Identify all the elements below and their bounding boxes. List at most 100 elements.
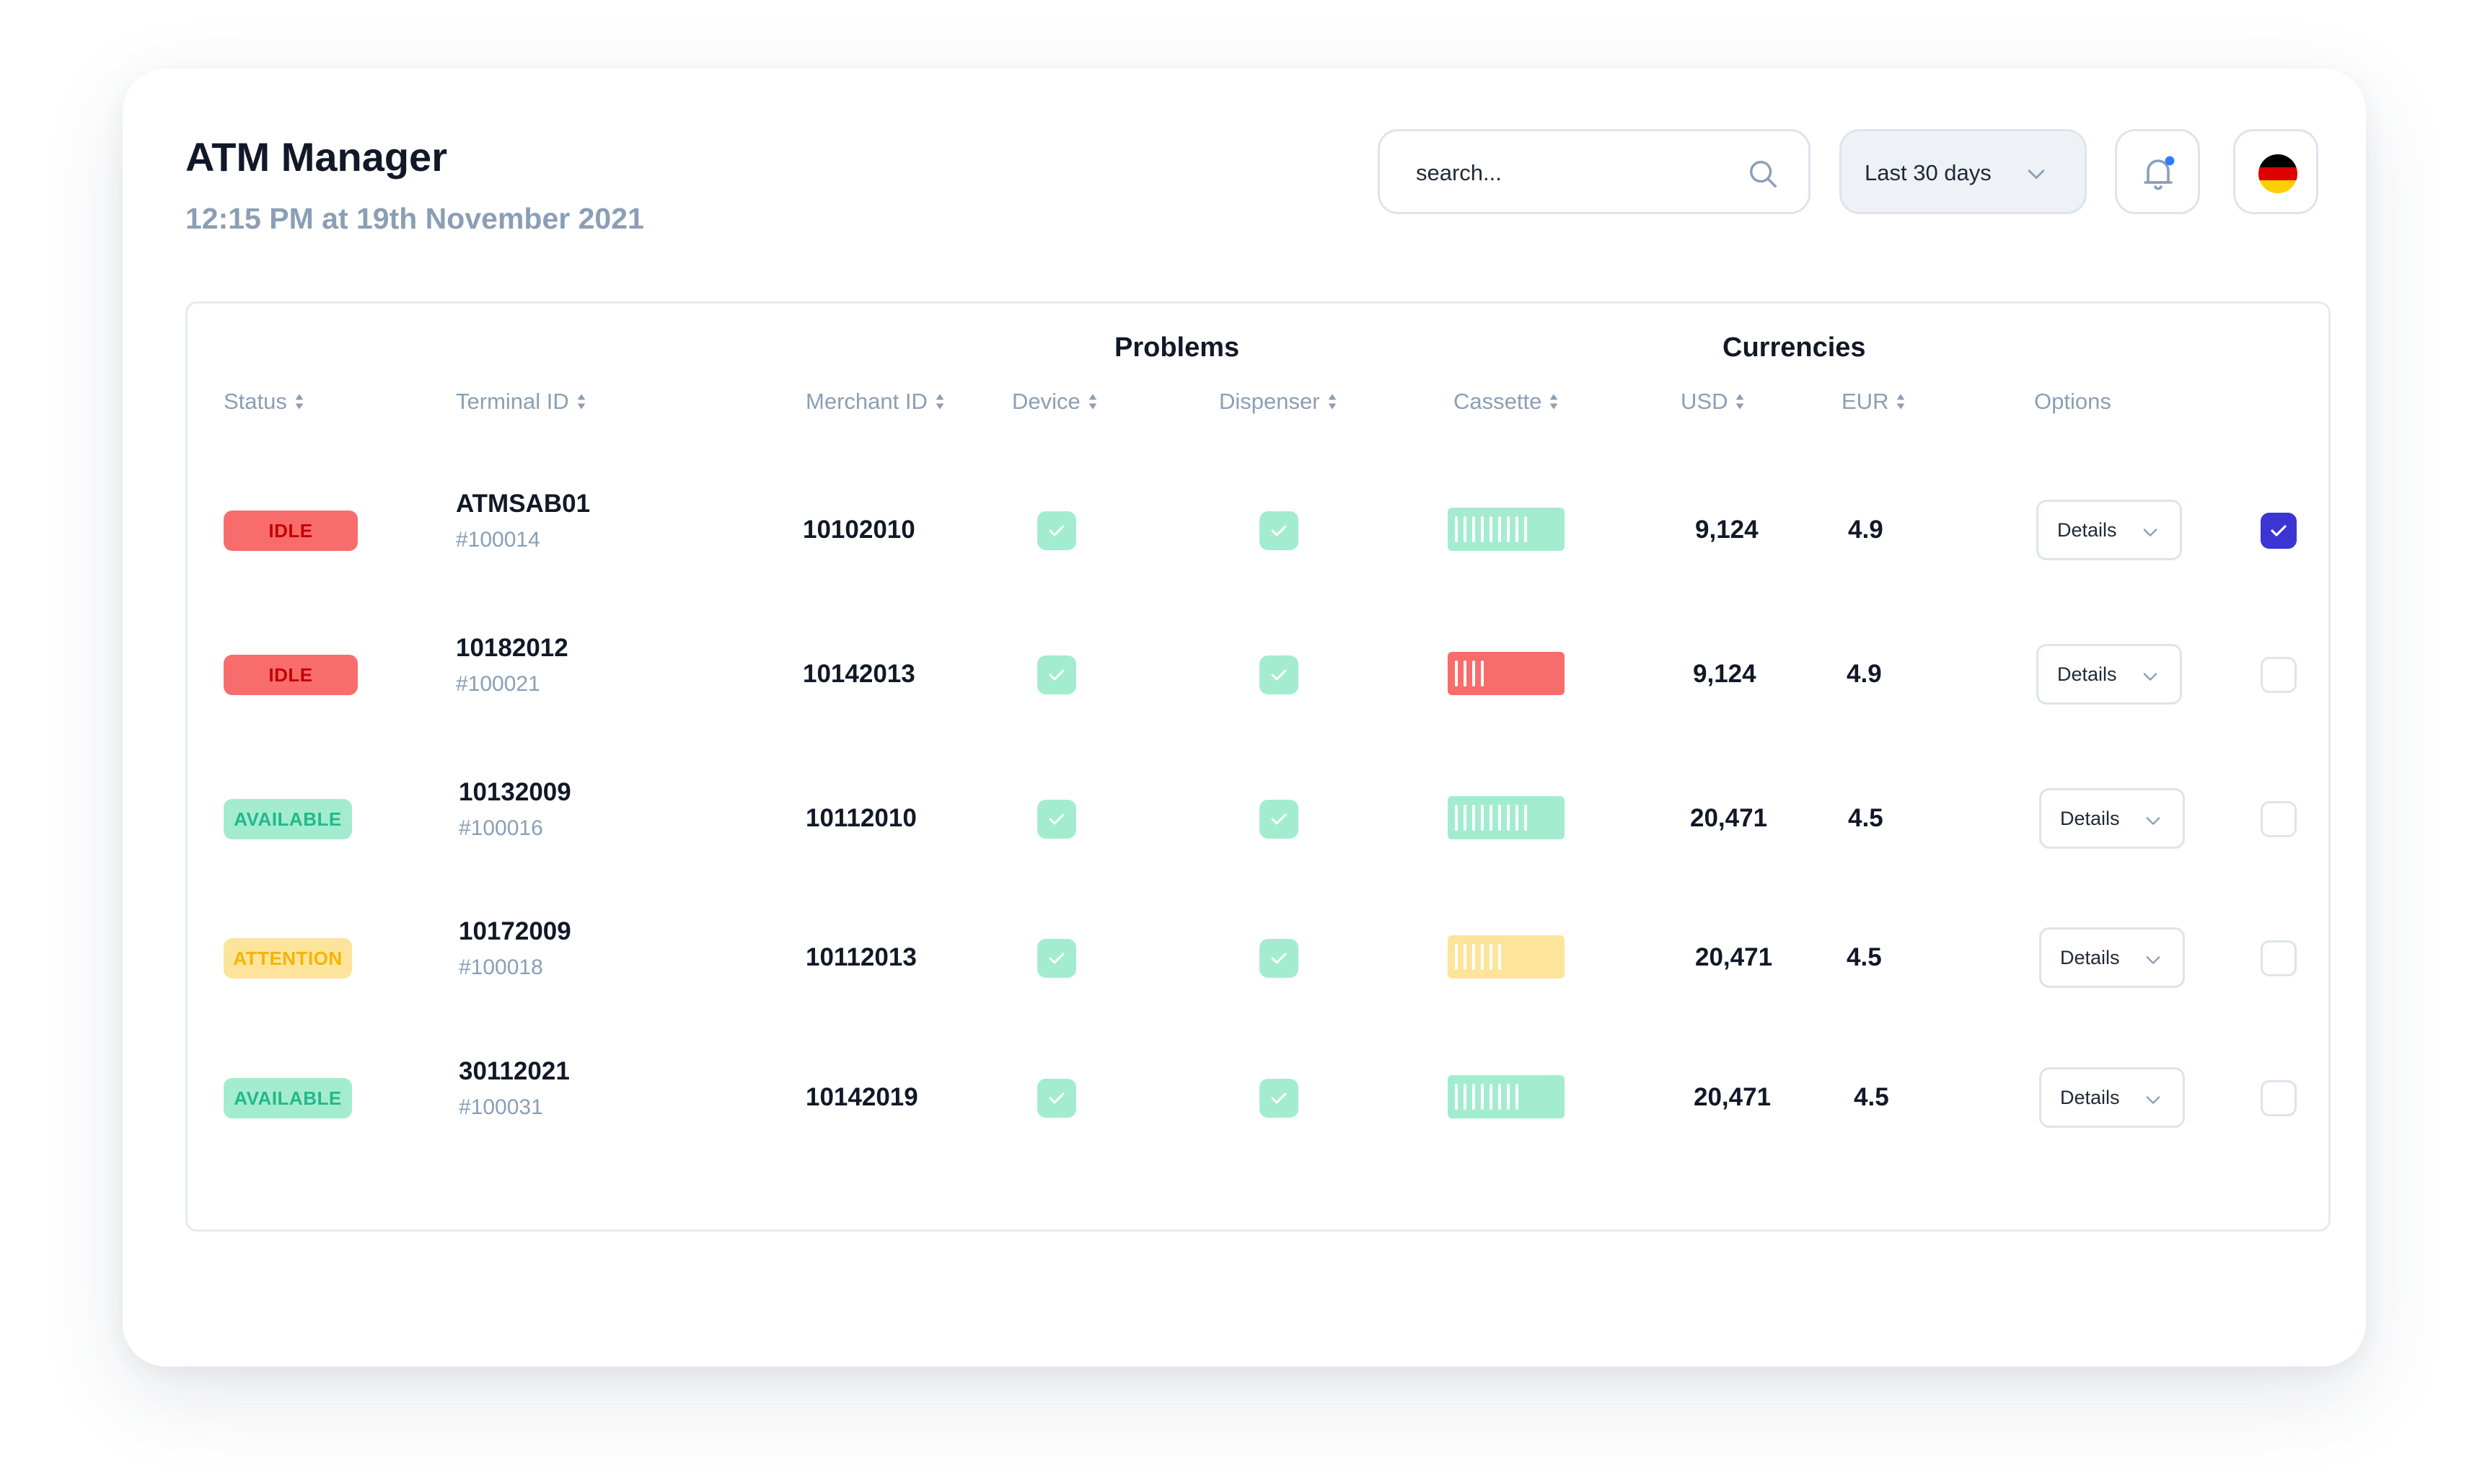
eur-value: 4.9 bbox=[1847, 660, 1882, 688]
cassette-tick bbox=[1481, 1084, 1484, 1110]
column-header-cassette[interactable]: Cassette bbox=[1453, 389, 1559, 415]
germany-flag-icon bbox=[2258, 154, 2297, 193]
terminal-number: #100014 bbox=[456, 528, 540, 552]
status-badge: IDLE bbox=[224, 511, 358, 551]
column-header-eur[interactable]: EUR bbox=[1842, 389, 1906, 415]
details-dropdown-button[interactable]: Details bbox=[2039, 927, 2185, 988]
details-dropdown-button[interactable]: Details bbox=[2036, 500, 2182, 560]
terminal-number: #100021 bbox=[456, 672, 540, 696]
column-header-device[interactable]: Device bbox=[1012, 389, 1098, 415]
dispenser-ok-check-icon bbox=[1259, 800, 1298, 839]
bell-icon bbox=[2144, 156, 2175, 190]
column-header-dispenser[interactable]: Dispenser bbox=[1219, 389, 1337, 415]
notifications-button[interactable] bbox=[2115, 129, 2200, 214]
details-dropdown-button[interactable]: Details bbox=[2039, 1067, 2185, 1128]
cassette-tick bbox=[1464, 944, 1466, 970]
merchant-id: 10142019 bbox=[806, 1083, 918, 1111]
column-header-label: Terminal ID bbox=[456, 389, 569, 414]
details-label: Details bbox=[2060, 808, 2120, 829]
cassette-tick bbox=[1515, 805, 1518, 831]
cassette-tick bbox=[1498, 805, 1501, 831]
column-header-label: Cassette bbox=[1453, 389, 1542, 414]
cassette-tick bbox=[1472, 516, 1475, 542]
cassette-tick bbox=[1515, 516, 1518, 542]
date-range-dropdown[interactable]: Last 30 days bbox=[1839, 129, 2087, 214]
cassette-tick bbox=[1481, 516, 1484, 542]
details-dropdown-button[interactable]: Details bbox=[2039, 788, 2185, 849]
cassette-tick bbox=[1455, 661, 1458, 686]
sort-icon bbox=[577, 394, 586, 410]
cassette-tick bbox=[1507, 1084, 1510, 1110]
eur-value: 4.5 bbox=[1847, 943, 1882, 971]
cassette-tick bbox=[1515, 1084, 1518, 1110]
cassette-tick bbox=[1507, 516, 1510, 542]
details-label: Details bbox=[2057, 663, 2117, 685]
cassette-tick bbox=[1490, 805, 1492, 831]
row-select-checkbox[interactable] bbox=[2261, 1080, 2297, 1116]
column-header-status[interactable]: Status bbox=[224, 389, 304, 415]
column-header-terminal-id[interactable]: Terminal ID bbox=[456, 389, 586, 415]
column-header-usd[interactable]: USD bbox=[1681, 389, 1745, 415]
details-dropdown-button[interactable]: Details bbox=[2036, 644, 2182, 705]
cassette-level-bar bbox=[1448, 935, 1565, 979]
search-input[interactable] bbox=[1416, 153, 1719, 193]
table-row: IDLE 10182012 #100021 10142013 9,124 4.9… bbox=[188, 625, 2328, 733]
eur-value: 4.5 bbox=[1854, 1083, 1889, 1111]
eur-value: 4.9 bbox=[1848, 516, 1883, 544]
cassette-tick bbox=[1455, 1084, 1458, 1110]
device-ok-check-icon bbox=[1037, 939, 1076, 978]
row-select-checkbox[interactable] bbox=[2261, 657, 2297, 693]
column-header-label: Status bbox=[224, 389, 287, 414]
dispenser-ok-check-icon bbox=[1259, 655, 1298, 694]
sort-icon bbox=[1328, 394, 1336, 410]
cassette-tick bbox=[1490, 516, 1492, 542]
terminal-id: 30112021 bbox=[459, 1057, 570, 1085]
merchant-id: 10102010 bbox=[803, 516, 915, 544]
status-badge: IDLE bbox=[224, 655, 358, 695]
cassette-tick bbox=[1524, 805, 1527, 831]
column-header-merchant-id[interactable]: Merchant ID bbox=[806, 389, 945, 415]
table-row: AVAILABLE 10132009 #100016 10112010 20,4… bbox=[188, 769, 2328, 878]
merchant-id: 10112013 bbox=[806, 943, 917, 971]
search-box[interactable] bbox=[1378, 129, 1811, 214]
cassette-tick bbox=[1464, 661, 1466, 686]
cassette-tick bbox=[1472, 944, 1475, 970]
cassette-tick bbox=[1464, 516, 1466, 542]
cassette-tick bbox=[1490, 1084, 1492, 1110]
chevron-down-icon bbox=[2143, 673, 2157, 681]
cassette-tick bbox=[1464, 1084, 1466, 1110]
cassette-level-bar bbox=[1448, 508, 1565, 551]
cassette-tick bbox=[1524, 516, 1527, 542]
group-header-currencies: Currencies bbox=[1723, 332, 1866, 363]
cassette-tick bbox=[1498, 516, 1501, 542]
row-select-checkbox[interactable] bbox=[2261, 940, 2297, 976]
cassette-level-bar bbox=[1448, 796, 1565, 839]
atm-table: Problems Currencies Status Terminal ID M… bbox=[185, 301, 2331, 1232]
merchant-id: 10112010 bbox=[806, 804, 917, 832]
language-button[interactable] bbox=[2233, 129, 2318, 214]
details-label: Details bbox=[2060, 947, 2120, 968]
table-row: AVAILABLE 30112021 #100031 10142019 20,4… bbox=[188, 1048, 2328, 1157]
cassette-tick bbox=[1472, 661, 1475, 686]
cassette-tick bbox=[1455, 805, 1458, 831]
row-select-checkbox[interactable] bbox=[2261, 513, 2297, 549]
column-header-label: Device bbox=[1012, 389, 1081, 414]
sort-icon bbox=[1550, 394, 1558, 410]
search-icon[interactable] bbox=[1746, 157, 1779, 190]
terminal-number: #100018 bbox=[459, 955, 543, 979]
group-header-problems: Problems bbox=[1114, 332, 1240, 363]
sort-icon bbox=[1897, 394, 1905, 410]
chevron-down-icon bbox=[2028, 169, 2045, 180]
cassette-tick bbox=[1455, 944, 1458, 970]
sort-icon bbox=[295, 394, 304, 410]
row-select-checkbox[interactable] bbox=[2261, 801, 2297, 837]
chevron-down-icon bbox=[2146, 817, 2160, 825]
dispenser-ok-check-icon bbox=[1259, 511, 1298, 550]
details-label: Details bbox=[2060, 1087, 2120, 1108]
device-ok-check-icon bbox=[1037, 655, 1076, 694]
status-badge: ATTENTION bbox=[224, 938, 352, 979]
table-row: ATTENTION 10172009 #100018 10112013 20,4… bbox=[188, 909, 2328, 1017]
flag-stripe bbox=[2258, 167, 2297, 180]
status-badge: AVAILABLE bbox=[224, 799, 352, 839]
cassette-tick bbox=[1464, 805, 1466, 831]
